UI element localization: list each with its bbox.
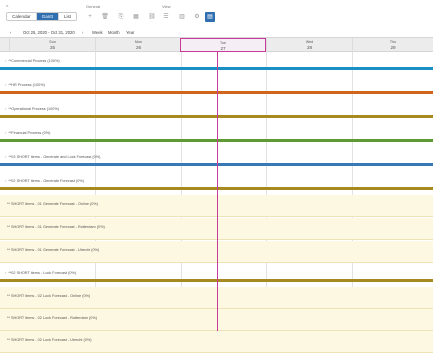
filter-icon[interactable]: ☰ [162, 13, 170, 21]
gantt-subtask-row[interactable]: ** SHORT items - 02 Lock Forecast - Utre… [0, 331, 433, 353]
add-icon[interactable]: + [86, 13, 94, 21]
view-mode-switch: Calendar Gantt List [6, 12, 78, 21]
row-label-text: ** SHORT items - 02 Lock Forecast - Utre… [7, 338, 92, 342]
row-label-text: **Financial Process (0%) [8, 131, 51, 135]
link-icon[interactable]: ⛓ [148, 13, 156, 21]
row-label: › **HR Process (100%) [5, 82, 45, 87]
view-list-button[interactable]: List [58, 13, 77, 20]
row-label: › **Commercial Process (100%) [5, 58, 60, 63]
row-label-text: **HR Process (100%) [8, 83, 45, 87]
general-group-label: General [86, 4, 101, 9]
next-icon[interactable]: › [82, 30, 83, 35]
gantt-toggle-icon[interactable]: ▤ [205, 12, 215, 22]
date-navigation: ‹ Oct 25, 2020 - Oct 31, 2020 › Week Mon… [0, 29, 433, 37]
row-label-text: ** SHORT items - 02 Lock Forecast - Rott… [7, 316, 97, 320]
toolbar: ^ Calendar Gantt List General + 🗑 ⎘ ▦ ⛓ … [0, 0, 433, 29]
expand-chevron-icon[interactable]: › [5, 178, 6, 183]
delete-icon[interactable]: 🗑 [101, 13, 109, 21]
row-label: ** SHORT items - 02 Lock Forecast - Rott… [5, 315, 97, 320]
row-label-text: **02 SHORT items - Generate Forecast (0%… [8, 179, 84, 183]
expand-chevron-icon[interactable]: › [5, 130, 6, 135]
date-range-label: Oct 25, 2020 - Oct 31, 2020 [23, 30, 75, 35]
row-label: ** SHORT items - 02 Lock Forecast - Utre… [5, 337, 91, 342]
row-label-text: ** SHORT items - 02 Lock Forecast - Onli… [7, 294, 91, 298]
prev-icon[interactable]: ‹ [10, 30, 11, 35]
row-label: ** SHORT items - 02 Lock Forecast - Onli… [5, 293, 90, 298]
row-label-text: ** SHORT items - 01 Generate Forecast - … [7, 225, 105, 229]
columns-icon[interactable]: ▥ [178, 13, 186, 21]
expand-chevron-icon[interactable]: › [5, 270, 6, 275]
row-label: › **Financial Process (0%) [5, 130, 50, 135]
row-label-text: **03 SHORT items - Generate and Lock For… [8, 155, 101, 159]
scale-year-button[interactable]: Year [126, 30, 134, 35]
row-label: ** SHORT items - 01 Generate Forecast - … [5, 201, 98, 206]
row-label: ** SHORT items - 01 Generate Forecast - … [5, 224, 105, 229]
row-label: › **02 SHORT items - Lock Forecast (0%) [5, 270, 76, 275]
timeline-header: Sun 25 Mon 26 Tue 27 Wed 28 Thu 29 [0, 37, 433, 52]
day-column-sun: Sun 25 [9, 38, 95, 52]
trash-icon[interactable]: ▦ [132, 13, 140, 21]
collapse-caret-icon[interactable]: ^ [6, 5, 8, 11]
day-column-wed: Wed 28 [266, 38, 352, 52]
view-calendar-button[interactable]: Calendar [7, 13, 37, 20]
view-gantt-button[interactable]: Gantt [36, 13, 59, 20]
copy-icon[interactable]: ⎘ [117, 13, 125, 21]
day-column-mon: Mon 26 [95, 38, 181, 52]
row-label: › **Operational Process (100%) [5, 106, 59, 111]
scale-month-button[interactable]: Month [108, 30, 120, 35]
expand-chevron-icon[interactable]: › [5, 106, 6, 111]
today-marker [217, 52, 218, 331]
day-column-thu: Thu 29 [352, 38, 433, 52]
view-group-label: View [162, 4, 171, 9]
day-column-tue: Tue 27 [180, 38, 266, 52]
expand-chevron-icon[interactable]: › [5, 82, 6, 87]
row-label: › **02 SHORT items - Generate Forecast (0… [5, 178, 84, 183]
settings-icon[interactable]: ⚙ [193, 13, 201, 21]
row-label: ** SHORT items - 01 Generate Forecast - … [5, 247, 99, 252]
row-label-text: **Commercial Process (100%) [8, 59, 60, 63]
row-label-text: **Operational Process (100%) [8, 107, 59, 111]
row-label-text: ** SHORT items - 01 Generate Forecast - … [7, 202, 99, 206]
row-label-text: **02 SHORT items - Lock Forecast (0%) [8, 271, 77, 275]
expand-chevron-icon[interactable]: › [5, 58, 6, 63]
scale-week-button[interactable]: Week [92, 30, 103, 35]
row-label: › **03 SHORT items - Generate and Lock Fo… [5, 154, 100, 159]
row-label-text: ** SHORT items - 01 Generate Forecast - … [7, 248, 100, 252]
expand-chevron-icon[interactable]: › [5, 154, 6, 159]
timeline-body: › **Commercial Process (100%) › **HR Proces… [0, 52, 433, 353]
